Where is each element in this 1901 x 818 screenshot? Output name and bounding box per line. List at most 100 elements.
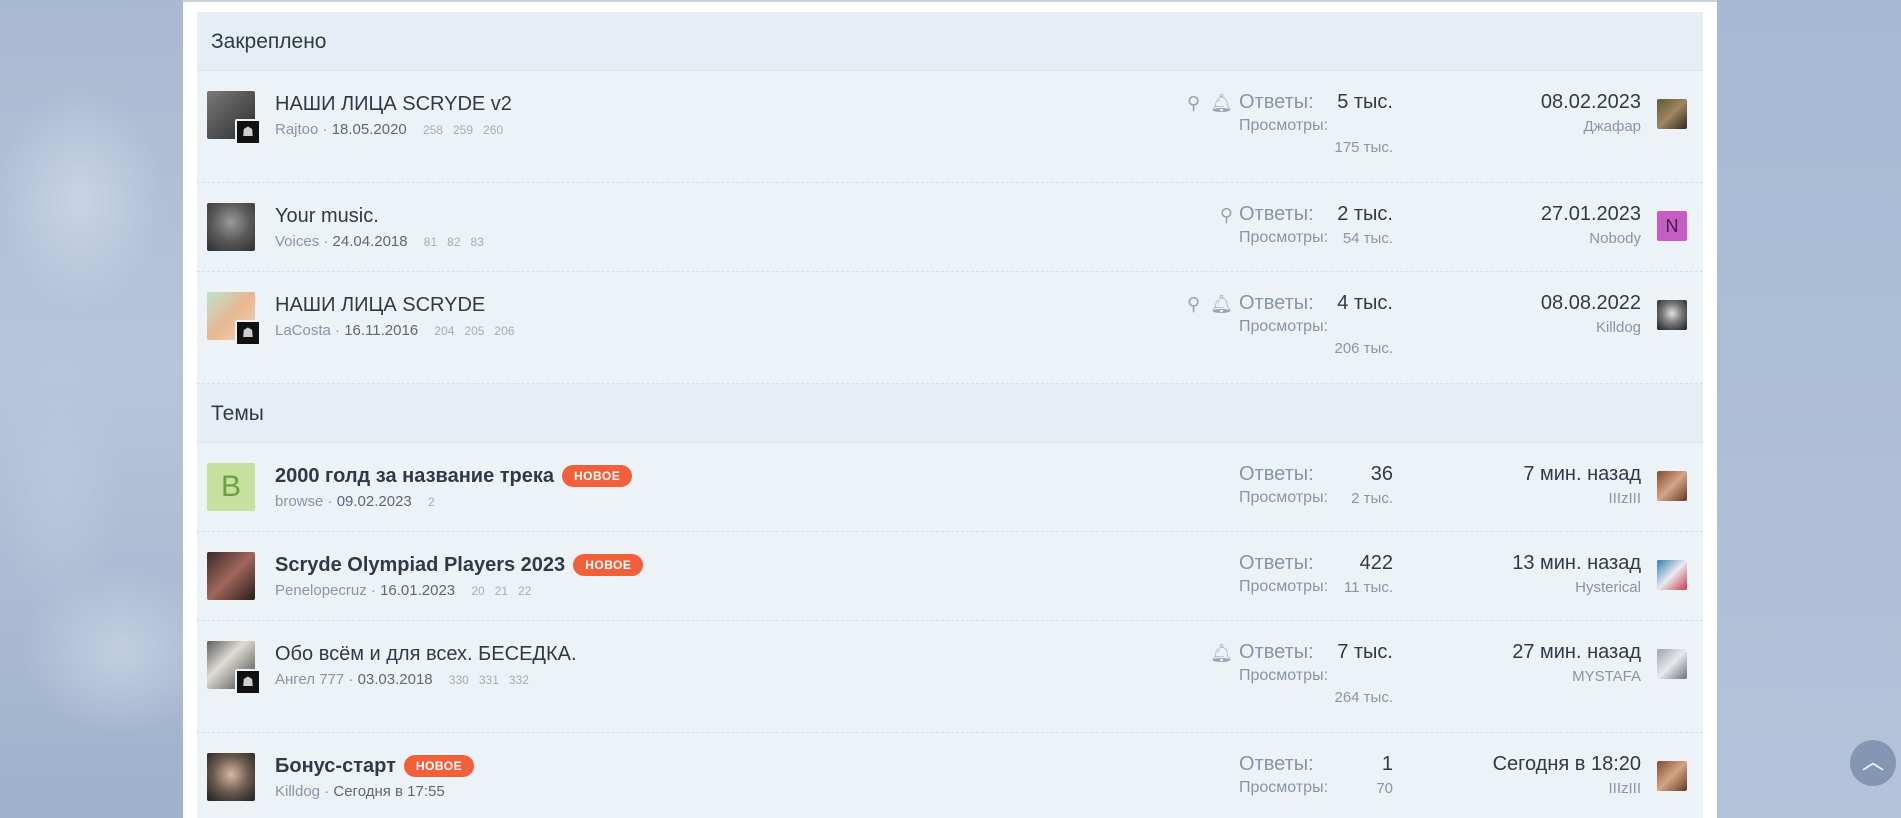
replies-label: Ответы: xyxy=(1239,292,1314,314)
last-post-date[interactable]: Сегодня в 18:20 xyxy=(1493,753,1641,776)
thread-author[interactable]: Killdog xyxy=(275,783,320,800)
page-link[interactable]: 22 xyxy=(518,584,531,598)
scroll-to-top-button[interactable]: ︿ xyxy=(1850,740,1896,786)
thread-date[interactable]: 18.05.2020 xyxy=(332,121,407,138)
thread-title-text[interactable]: Бонус-старт xyxy=(275,755,396,777)
views-count: 54 тыс. xyxy=(1342,230,1393,247)
thread-title[interactable]: НАШИ ЛИЦА SCRYDE v2 xyxy=(275,93,512,116)
thread-date[interactable]: 16.01.2023 xyxy=(380,582,455,599)
thread-title[interactable]: Scryde Olympiad Players 2023 НОВОЕ xyxy=(275,554,644,577)
thread-row[interactable]: Your music. Voices · 24.04.2018 81 82 83 ⚲… xyxy=(197,183,1703,272)
thread-date[interactable]: 16.11.2016 xyxy=(344,322,418,339)
thread-date[interactable]: Сегодня в 17:55 xyxy=(333,783,444,800)
replies-label: Ответы: xyxy=(1239,641,1314,663)
replies-count: 36 xyxy=(1370,463,1393,485)
last-post-info: 08.02.2023 Джафар xyxy=(1541,91,1641,135)
author-avatar[interactable] xyxy=(207,203,255,251)
last-poster-avatar[interactable] xyxy=(1657,560,1687,590)
page-link[interactable]: 331 xyxy=(479,673,499,687)
replies-label: Ответы: xyxy=(1239,91,1314,113)
last-post-date[interactable]: 08.08.2022 xyxy=(1541,292,1641,315)
thread-meta: Rajtoo · 18.05.2020 258 259 260 xyxy=(275,121,513,138)
page-link[interactable]: 332 xyxy=(509,673,529,687)
views-count: 264 тыс. xyxy=(1334,689,1393,706)
views-label: Просмотры: xyxy=(1239,229,1329,246)
last-poster-avatar[interactable] xyxy=(1657,300,1687,330)
bell-icon: 🔔︎ xyxy=(1210,643,1233,663)
page-link[interactable]: 2 xyxy=(428,495,435,509)
page-links: 258 259 260 xyxy=(423,123,513,137)
thread-author[interactable]: LaCosta xyxy=(275,322,331,339)
thread-meta: Voices · 24.04.2018 81 82 83 xyxy=(275,233,494,250)
last-post-date[interactable]: 27 мин. назад xyxy=(1512,641,1641,664)
thread-title-text[interactable]: 2000 голд за название трека xyxy=(275,465,554,487)
last-post-date[interactable]: 7 мин. назад xyxy=(1523,463,1641,486)
page-link[interactable]: 258 xyxy=(423,123,443,137)
thread-title[interactable]: 2000 голд за название трека НОВОЕ xyxy=(275,465,633,488)
thread-author[interactable]: Penelopecruz xyxy=(275,582,367,599)
last-post-user[interactable]: Nobody xyxy=(1541,230,1641,247)
thread-author[interactable]: browse xyxy=(275,493,323,510)
last-post-date[interactable]: 27.01.2023 xyxy=(1541,203,1641,226)
thread-title[interactable]: НАШИ ЛИЦА SCRYDE xyxy=(275,294,485,317)
thread-date[interactable]: 24.04.2018 xyxy=(333,233,408,250)
last-post-user[interactable]: Джафар xyxy=(1541,118,1641,135)
background-right xyxy=(1717,0,1901,818)
last-post-info: 27.01.2023 Nobody xyxy=(1541,203,1641,247)
last-poster-mini-avatar[interactable]: ☗ xyxy=(235,669,261,695)
last-post-user[interactable]: IIIzIII xyxy=(1523,490,1641,507)
page-link[interactable]: 82 xyxy=(447,235,460,249)
bell-icon: 🔔︎ xyxy=(1210,93,1233,113)
last-poster-avatar[interactable] xyxy=(1657,761,1687,791)
last-poster-avatar[interactable]: N xyxy=(1657,211,1687,241)
thread-date[interactable]: 09.02.2023 xyxy=(337,493,412,510)
page-link[interactable]: 260 xyxy=(483,123,503,137)
page-link[interactable]: 259 xyxy=(453,123,473,137)
page-link[interactable]: 205 xyxy=(464,324,484,338)
views-label: Просмотры: xyxy=(1239,489,1329,506)
page-link[interactable]: 206 xyxy=(494,324,514,338)
thread-row[interactable]: Бонус-старт НОВОЕ Killdog · Сегодня в 17:… xyxy=(197,733,1703,818)
last-post-date[interactable]: 08.02.2023 xyxy=(1541,91,1641,114)
last-poster-avatar[interactable] xyxy=(1657,649,1687,679)
thread-row[interactable]: Scryde Olympiad Players 2023 НОВОЕ Penelo… xyxy=(197,532,1703,621)
bell-icon: 🔔︎ xyxy=(1210,294,1233,314)
last-poster-avatar[interactable] xyxy=(1657,471,1687,501)
last-post-user[interactable]: IIIzIII xyxy=(1493,780,1641,797)
author-avatar[interactable] xyxy=(207,753,255,801)
last-post-user[interactable]: MYSTAFA xyxy=(1512,668,1641,685)
author-avatar[interactable]: B xyxy=(207,463,255,511)
thread-stats: Ответы: 36 Просмотры: 2 тыс. xyxy=(1239,463,1393,511)
page-link[interactable]: 81 xyxy=(424,235,437,249)
thread-author[interactable]: Ангел 777 xyxy=(275,671,344,688)
page-link[interactable]: 330 xyxy=(449,673,469,687)
thread-title[interactable]: Your music. xyxy=(275,205,379,228)
thread-title[interactable]: Обо всём и для всех. БЕСЕДКА. xyxy=(275,643,577,666)
last-post-date[interactable]: 13 мин. назад xyxy=(1512,552,1641,575)
thread-row[interactable]: ☗ НАШИ ЛИЦА SCRYDE v2 Rajtoo · 18.05.202… xyxy=(197,71,1703,183)
views-label: Просмотры: xyxy=(1239,779,1329,796)
page-link[interactable]: 21 xyxy=(495,584,508,598)
thread-row[interactable]: ☗ Обо всём и для всех. БЕСЕДКА. Ангел 77… xyxy=(197,621,1703,733)
page-link[interactable]: 204 xyxy=(434,324,454,338)
thread-title[interactable]: Бонус-старт НОВОЕ xyxy=(275,755,475,778)
last-post-user[interactable]: Hysterical xyxy=(1512,579,1641,596)
last-poster-avatar[interactable] xyxy=(1657,99,1687,129)
views-count: 11 тыс. xyxy=(1343,579,1393,596)
last-post-user[interactable]: Killdog xyxy=(1541,319,1641,336)
thread-author[interactable]: Voices xyxy=(275,233,319,250)
thread-row[interactable]: B 2000 голд за название трека НОВОЕ brows… xyxy=(197,443,1703,532)
page-link[interactable]: 20 xyxy=(471,584,484,598)
thread-status-icons: 🔔︎ xyxy=(1200,643,1233,664)
thread-title-text[interactable]: Scryde Olympiad Players 2023 xyxy=(275,554,565,576)
replies-label: Ответы: xyxy=(1239,552,1314,574)
last-poster-mini-avatar[interactable]: ☗ xyxy=(235,320,261,346)
page-link[interactable]: 83 xyxy=(471,235,484,249)
views-count: 2 тыс. xyxy=(1351,490,1393,507)
last-poster-mini-avatar[interactable]: ☗ xyxy=(235,119,261,145)
views-label: Просмотры: xyxy=(1239,117,1329,134)
thread-author[interactable]: Rajtoo xyxy=(275,121,318,138)
author-avatar[interactable] xyxy=(207,552,255,600)
thread-row[interactable]: ☗ НАШИ ЛИЦА SCRYDE LaCosta · 16.11.2016 … xyxy=(197,272,1703,384)
thread-date[interactable]: 03.03.2018 xyxy=(358,671,433,688)
